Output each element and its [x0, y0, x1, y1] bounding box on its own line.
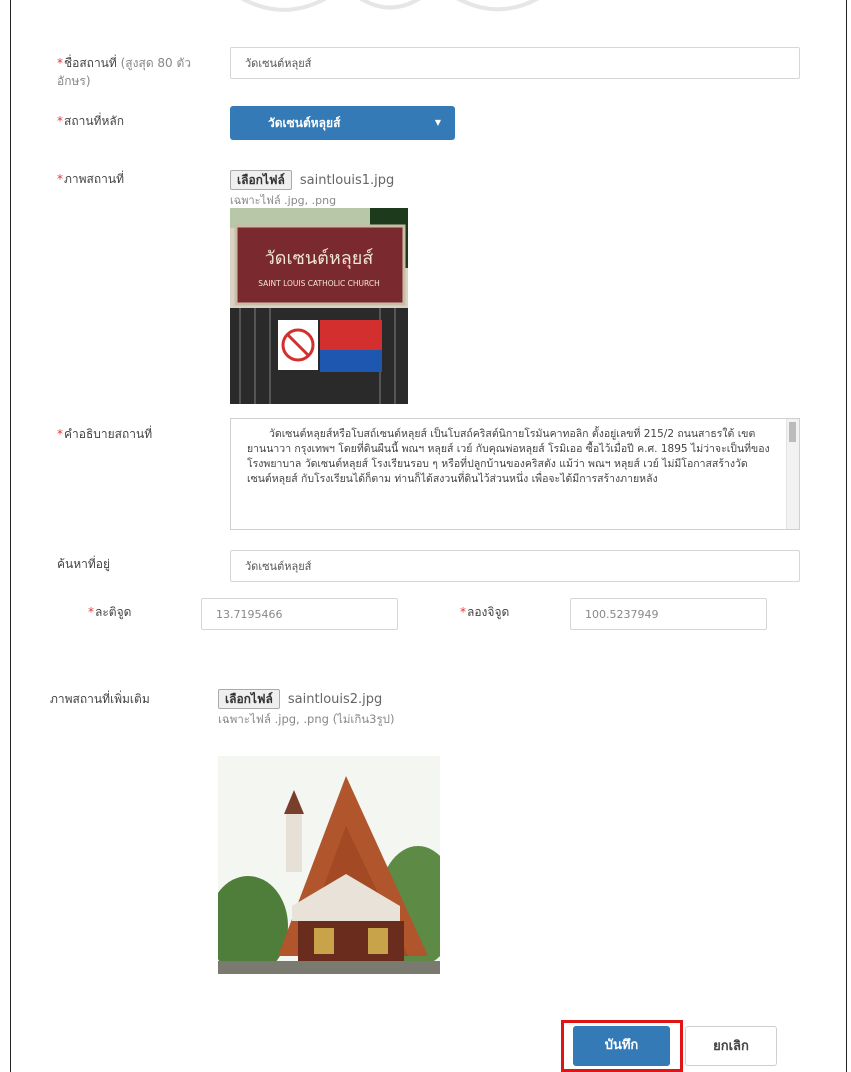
latitude-input[interactable]: [201, 598, 398, 630]
place-name-label: *ชื่อสถานที่ (สูงสุด 80 ตัวอักษร): [57, 56, 192, 88]
search-location-input[interactable]: [230, 550, 800, 582]
choose-file-button[interactable]: เลือกไฟล์: [230, 170, 292, 190]
description-label: *คำอธิบายสถานที่: [57, 427, 153, 441]
main-place-selected: วัดเซนต์หลุยส์: [268, 116, 341, 130]
main-place-dropdown[interactable]: วัดเซนต์หลุยส์ ▼: [230, 106, 455, 140]
description-textarea[interactable]: วัดเซนต์หลุยส์หรือโบสถ์เซนต์หลุยส์ เป็นโ…: [230, 418, 800, 530]
extra-image-preview: [218, 756, 440, 974]
choose-file-button-extra[interactable]: เลือกไฟล์: [218, 689, 280, 709]
extra-images-label: ภาพสถานที่เพิ่มเติม: [50, 692, 150, 706]
place-name-input[interactable]: [230, 47, 800, 79]
cancel-button[interactable]: ยกเลิก: [685, 1026, 777, 1066]
caret-down-icon: ▼: [434, 118, 441, 127]
sign-text: วัดเซนต์หลุยส์: [265, 248, 374, 269]
description-text: วัดเซนต์หลุยส์หรือโบสถ์เซนต์หลุยส์ เป็นโ…: [247, 428, 770, 485]
extra-images-file-row: เลือกไฟล์ saintlouis2.jpg เฉพาะไฟล์ .jpg…: [218, 688, 394, 729]
longitude-input[interactable]: [570, 598, 767, 630]
main-place-label: *สถานที่หลัก: [57, 114, 124, 128]
extra-images-filename: saintlouis2.jpg: [287, 692, 383, 707]
latitude-label: *ละติจูด: [88, 605, 132, 619]
longitude-label: *ลองจิจูด: [460, 605, 510, 619]
watermark-logo: [240, 0, 540, 12]
place-image-label: *ภาพสถานที่: [57, 172, 124, 186]
extra-images-hint: เฉพาะไฟล์ .jpg, .png (ไม่เกิน3รูป): [218, 712, 395, 726]
search-location-label: ค้นหาที่อยู่: [57, 557, 111, 571]
description-scrollbar[interactable]: [786, 419, 799, 529]
place-image-hint: เฉพาะไฟล์ .jpg, .png: [230, 194, 337, 207]
place-image-preview: วัดเซนต์หลุยส์ SAINT LOUIS CATHOLIC CHUR…: [230, 208, 408, 404]
sign-subtext: SAINT LOUIS CATHOLIC CHURCH: [258, 279, 379, 288]
place-image-file-row: เลือกไฟล์ saintlouis1.jpg เฉพาะไฟล์ .jpg…: [230, 169, 394, 209]
save-button[interactable]: บันทึก: [573, 1026, 670, 1066]
place-image-filename: saintlouis1.jpg: [299, 173, 395, 188]
